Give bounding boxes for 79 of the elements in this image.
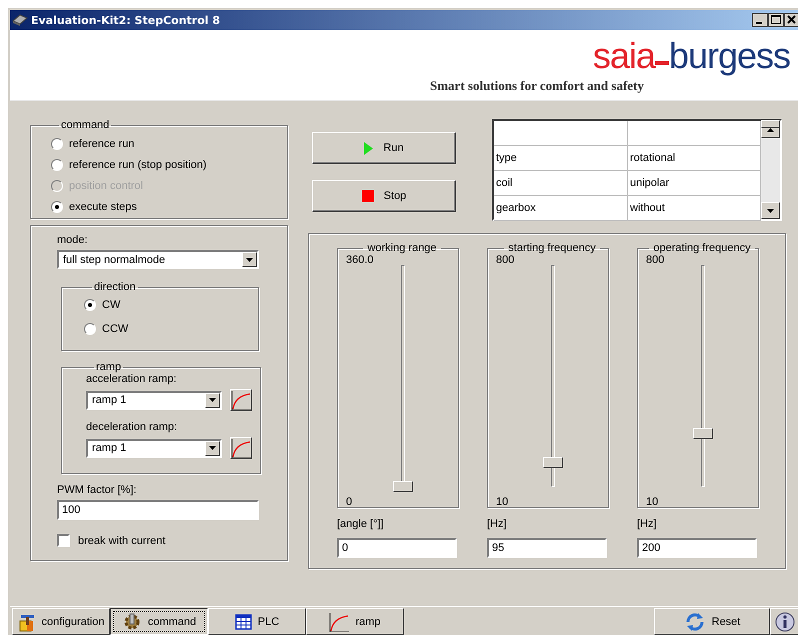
value-field[interactable]: 95 [487, 538, 607, 558]
caret-icon [245, 256, 254, 264]
close-button[interactable] [784, 13, 798, 27]
group-title: starting frequency [507, 242, 597, 254]
radio-label: reference run (stop position) [69, 158, 207, 170]
maximize-button[interactable] [768, 13, 784, 27]
stop-button[interactable]: Stop [312, 180, 456, 212]
ramp-curve-button[interactable] [230, 437, 252, 459]
info-button[interactable] [770, 608, 798, 635]
scale-max: 800 [646, 254, 664, 268]
tab[interactable]: configuration [12, 608, 110, 635]
checkbox-label: break with current [78, 534, 166, 546]
scrollbar[interactable] [761, 121, 780, 219]
radio-button[interactable] [51, 138, 63, 150]
slider-thumb[interactable] [543, 456, 563, 468]
window-title: Evaluation-Kit2: StepControl 8 [31, 14, 220, 26]
radio-label: reference run [69, 138, 134, 150]
scrollbar-thumb[interactable] [761, 120, 780, 128]
radio-label: CCW [102, 323, 128, 335]
table-cell: type [494, 146, 628, 171]
radio-button[interactable] [84, 323, 96, 335]
group-title: command [60, 119, 110, 131]
radio-label: CW [102, 299, 120, 311]
scale-max: 360.0 [346, 254, 374, 268]
ramp-curve-icon [231, 390, 251, 410]
scale-min: 10 [646, 496, 658, 510]
ramp-curve-icon [231, 438, 251, 458]
play-icon [364, 142, 374, 154]
scale-max: 800 [496, 254, 514, 268]
logo-text: saia [592, 38, 655, 74]
pwm-field[interactable]: 100 [57, 500, 259, 520]
scale-min: 0 [346, 496, 352, 510]
dropdown[interactable]: full step normalmode [57, 250, 259, 269]
radio-label: execute steps [69, 200, 137, 212]
table-cell: coil [494, 171, 628, 196]
dropdown[interactable]: ramp 1 [86, 390, 222, 410]
field-label: PWM factor [%]: [57, 484, 138, 498]
table-cell: gearbox [494, 196, 628, 221]
checkbox[interactable] [57, 534, 70, 547]
tab[interactable]: command [110, 608, 208, 635]
mode-label: mode: [57, 234, 89, 248]
minimize-button[interactable] [752, 13, 768, 27]
chip-icon [12, 12, 28, 28]
field-label: acceleration ramp: [86, 373, 178, 387]
caret-icon [208, 396, 217, 404]
value-field[interactable]: 200 [637, 538, 757, 558]
unit-label: [Hz] [637, 518, 658, 532]
tab[interactable]: ramp [306, 608, 404, 635]
tab[interactable]: PLC [208, 608, 306, 635]
reset-button[interactable]: Reset [654, 608, 770, 635]
group-title: ramp [95, 361, 122, 373]
logo-dash [654, 61, 669, 65]
dropdown[interactable]: ramp 1 [86, 438, 222, 458]
info-icon [775, 612, 795, 632]
caret-icon [208, 444, 217, 452]
slider-thumb[interactable] [693, 428, 713, 439]
ramp-curve-icon [329, 612, 350, 632]
scroll-up-icon [766, 126, 775, 134]
gear-icon [122, 612, 142, 632]
radio-button[interactable] [51, 158, 63, 170]
run-button[interactable]: Run [312, 132, 456, 164]
tagline: Smart solutions for comfort and safety [430, 78, 644, 94]
group-title: direction [93, 281, 137, 293]
scale-min: 10 [496, 496, 508, 510]
refresh-icon [684, 610, 706, 632]
unit-label: [Hz] [487, 518, 508, 532]
radio-button[interactable] [84, 299, 96, 311]
field-label: deceleration ramp: [86, 421, 178, 435]
unit-label: [angle [°]] [337, 518, 385, 532]
ramp-curve-button[interactable] [230, 389, 252, 411]
group-title: operating frequency [652, 242, 752, 254]
scroll-down-icon [766, 206, 775, 214]
table-icon [234, 614, 252, 630]
logo-text: burgess [668, 38, 790, 74]
value-field[interactable]: 0 [337, 538, 457, 558]
group-title: working range [366, 242, 438, 254]
slider-thumb[interactable] [393, 481, 413, 492]
stop-icon [362, 190, 374, 202]
radio-button[interactable] [51, 200, 63, 212]
